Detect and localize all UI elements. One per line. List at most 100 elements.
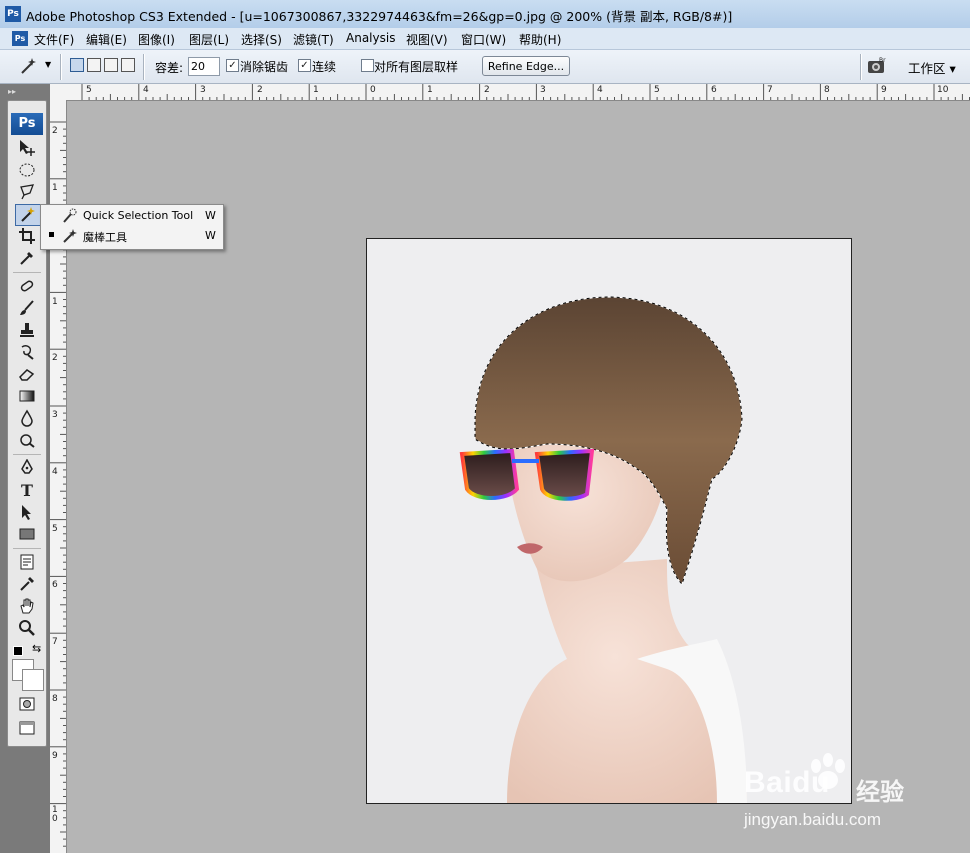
toolbox-divider: [13, 272, 41, 273]
photoshop-logo: Ps: [11, 113, 43, 135]
workspace-menu-button[interactable]: 工作区 ▾: [908, 58, 956, 77]
hand-tool-icon: [20, 598, 34, 614]
crop-tool-icon: [19, 228, 35, 244]
eyedropper-tool-button[interactable]: [15, 574, 39, 594]
hand-tool-button[interactable]: [15, 596, 39, 616]
brush-tool-button[interactable]: [15, 298, 39, 318]
dodge-tool-button[interactable]: [15, 430, 39, 450]
screen-mode-button[interactable]: [15, 718, 39, 738]
type-tool-button[interactable]: T: [15, 480, 39, 500]
brush-tool-icon: [20, 300, 34, 315]
selected-indicator: [49, 232, 54, 237]
toolbox: Ps T ⇆: [7, 100, 47, 747]
swap-colors-icon[interactable]: ⇆: [32, 642, 41, 655]
document-canvas[interactable]: [366, 238, 852, 804]
notes-tool-button[interactable]: [15, 552, 39, 572]
menu-analysis[interactable]: Analysis: [346, 31, 395, 45]
healing-brush-button[interactable]: [15, 276, 39, 296]
slice-tool-button[interactable]: [15, 248, 39, 268]
toolbox-divider: [13, 548, 41, 549]
menu-file[interactable]: 文件(F): [34, 31, 74, 48]
bridge-button[interactable]: Br: [866, 56, 888, 76]
horizontal-ruler: 5 4 3 2 1 0 1 2 3 4 5 6 7 8 9 10: [50, 84, 970, 101]
add-to-selection-button[interactable]: [87, 58, 101, 72]
tolerance-input[interactable]: [188, 57, 220, 76]
eyedropper-slice-icon: [20, 252, 33, 265]
blur-tool-icon: [21, 409, 33, 427]
shape-tool-button[interactable]: [15, 524, 39, 544]
sample-all-layers-checkbox[interactable]: [361, 59, 374, 72]
history-brush-icon: [21, 345, 34, 360]
refine-edge-button[interactable]: Refine Edge...: [482, 56, 570, 76]
separator: [60, 54, 62, 80]
shortcut-label: W: [205, 209, 216, 222]
notes-tool-icon: [20, 554, 34, 570]
quick-mask-button[interactable]: [15, 694, 39, 714]
watermark-url: jingyan.baidu.com: [744, 810, 882, 829]
magic-wand-icon: [21, 58, 36, 74]
title-bar: Ps Adobe Photoshop CS3 Extended - [u=106…: [0, 0, 970, 29]
zoom-tool-button[interactable]: [15, 618, 39, 638]
document-icon[interactable]: Ps: [12, 31, 28, 46]
default-colors-icon[interactable]: [13, 646, 23, 656]
window-title: Adobe Photoshop CS3 Extended - [u=106730…: [26, 9, 733, 24]
tolerance-label: 容差:: [155, 61, 184, 75]
photoshop-app-icon[interactable]: Ps: [5, 6, 21, 22]
lasso-tool-button[interactable]: [15, 182, 39, 202]
path-selection-button[interactable]: [15, 502, 39, 522]
separator: [143, 54, 145, 80]
move-tool-button[interactable]: [15, 138, 39, 158]
tool-preset-picker[interactable]: ▼: [14, 55, 54, 77]
menu-view[interactable]: 视图(V): [406, 31, 448, 48]
sample-all-layers-label: 对所有图层取样: [374, 60, 459, 74]
bridge-icon: Br: [868, 57, 886, 73]
watermark-brand-cn: 经验: [856, 778, 904, 806]
lasso-tool-icon: [20, 184, 35, 200]
contiguous-label: 连续: [312, 60, 337, 74]
chevron-down-icon: ▼: [45, 60, 52, 69]
screen-mode-icon: [19, 721, 35, 735]
anti-alias-label: 消除锯齿: [240, 60, 289, 74]
pen-tool-icon: [21, 459, 33, 474]
clone-stamp-button[interactable]: [15, 320, 39, 340]
ruler-ticks: [81, 84, 970, 100]
path-selection-icon: [22, 505, 31, 520]
marquee-tool-button[interactable]: [15, 160, 39, 180]
move-tool-icon: [20, 140, 35, 156]
menu-window[interactable]: 窗口(W): [461, 31, 506, 48]
quick-mask-icon: [19, 697, 35, 711]
menu-help[interactable]: 帮助(H): [519, 31, 561, 48]
magic-wand-label: 魔棒工具: [83, 231, 127, 244]
magic-wand-tool-icon: [21, 207, 35, 222]
svg-text:Br: Br: [879, 57, 886, 64]
menu-edit[interactable]: 编辑(E): [86, 31, 127, 48]
expand-panel-icon[interactable]: ▸▸: [8, 87, 16, 96]
menu-filter[interactable]: 滤镜(T): [293, 31, 334, 48]
magic-wand-tool-item[interactable]: 魔棒工具 W: [41, 226, 223, 246]
background-color-swatch[interactable]: [22, 669, 44, 691]
menu-select[interactable]: 选择(S): [241, 31, 282, 48]
portrait-image: [459, 296, 747, 803]
intersect-selection-button[interactable]: [121, 58, 135, 72]
contiguous-checkbox[interactable]: ✓: [298, 59, 311, 72]
quick-selection-label: Quick Selection Tool: [83, 209, 194, 222]
magic-wand-tool-button[interactable]: [15, 204, 41, 226]
pen-tool-button[interactable]: [15, 458, 39, 478]
blur-tool-button[interactable]: [15, 408, 39, 428]
eraser-tool-icon: [19, 369, 35, 381]
menu-image[interactable]: 图像(I): [138, 31, 175, 48]
separator: [860, 54, 862, 80]
new-selection-button[interactable]: [70, 58, 84, 72]
quick-selection-tool-item[interactable]: Quick Selection Tool W: [41, 206, 223, 226]
menu-layer[interactable]: 图层(L): [189, 31, 229, 48]
subtract-from-selection-button[interactable]: [104, 58, 118, 72]
magic-wand-icon: [63, 229, 77, 243]
eyedropper-tool-icon: [20, 577, 34, 591]
eraser-tool-button[interactable]: [15, 364, 39, 384]
shape-tool-icon: [19, 528, 35, 540]
history-brush-button[interactable]: [15, 342, 39, 362]
gradient-tool-button[interactable]: [15, 386, 39, 406]
options-bar: ▼ 容差: ✓ 消除锯齿 ✓ 连续 对所有图层取样 Refine Edge...…: [0, 50, 970, 84]
crop-tool-button[interactable]: [15, 226, 39, 246]
anti-alias-checkbox[interactable]: ✓: [226, 59, 239, 72]
